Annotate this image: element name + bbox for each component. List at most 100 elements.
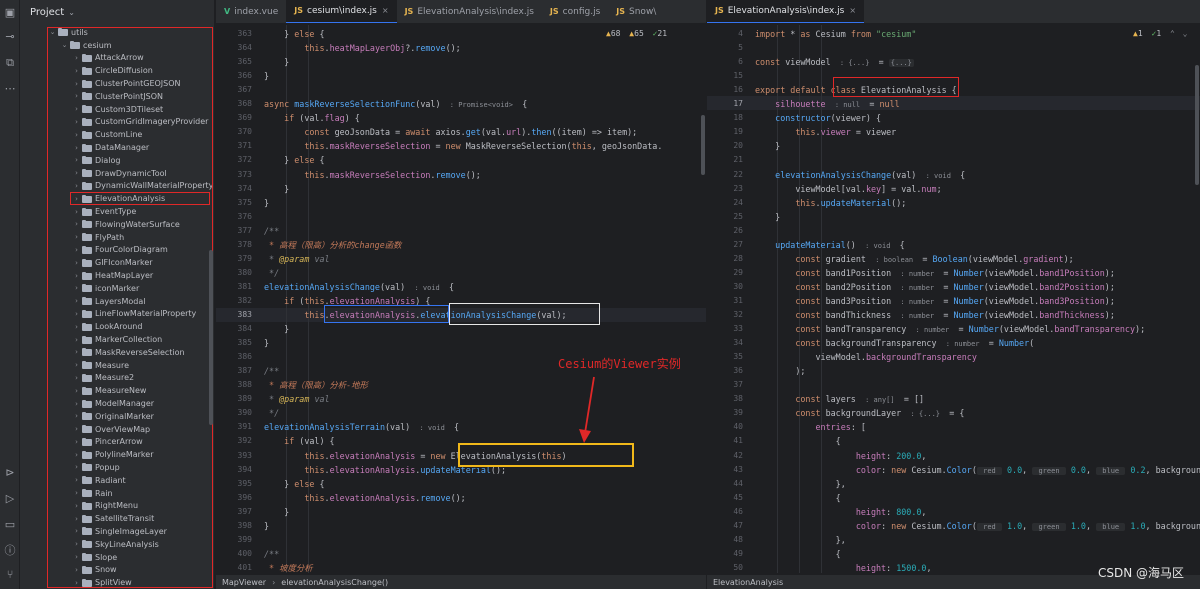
run-icon[interactable]: ▷ — [3, 492, 17, 506]
tree-item[interactable]: ⌄ cesium — [20, 39, 214, 52]
chevron-right-icon[interactable]: › — [72, 374, 81, 382]
tree-item[interactable]: › Custom3DTileset — [20, 103, 214, 116]
code-line[interactable]: elevationAnalysisChange(val) : void { — [264, 281, 454, 294]
code-line[interactable]: async maskReverseSelectionFunc(val) : Pr… — [264, 98, 527, 111]
chevron-right-icon[interactable]: › — [72, 387, 81, 395]
code-line[interactable]: viewModel[val.key] = val.num; — [755, 183, 941, 195]
chevron-right-icon[interactable]: › — [72, 540, 81, 548]
code-line[interactable]: silhouette : null = null — [755, 98, 900, 111]
code-line[interactable]: } — [264, 323, 289, 335]
code-line[interactable]: this.viewer = viewer — [755, 126, 896, 138]
tree-item[interactable]: › Dialog — [20, 154, 214, 167]
chevron-right-icon[interactable]: › — [72, 182, 81, 190]
code-line[interactable]: /** — [264, 225, 279, 237]
code-line[interactable]: this.elevationAnalysis.remove(); — [264, 492, 465, 504]
breadcrumb-class[interactable]: ElevationAnalysis — [713, 578, 783, 587]
code-line[interactable]: } else { — [264, 28, 324, 40]
tree-item[interactable]: › Measure2 — [20, 372, 214, 385]
code-line[interactable]: const bandTransparency : number = Number… — [755, 323, 1145, 336]
code-line[interactable]: const gradient : boolean = Boolean(viewM… — [755, 253, 1073, 266]
chevron-right-icon[interactable]: › — [72, 284, 81, 292]
code-line[interactable]: }, — [755, 534, 846, 546]
tree-item[interactable]: › DrawDynamicTool — [20, 167, 214, 180]
editor-tab[interactable]: JS ElevationAnalysis\index.js — [397, 0, 542, 23]
code-line[interactable]: const band2Position : number = Number(vi… — [755, 281, 1115, 294]
code-line[interactable]: */ — [264, 267, 279, 279]
chevron-right-icon[interactable]: › — [72, 451, 81, 459]
code-line[interactable]: this.maskReverseSelection = new MaskReve… — [264, 140, 662, 152]
code-line[interactable]: * 坡度分析 — [264, 562, 313, 573]
tree-item[interactable]: › ElevationAnalysis — [20, 192, 214, 205]
chevron-right-icon[interactable]: › — [72, 272, 81, 280]
tree-item[interactable]: › FlowingWaterSurface — [20, 218, 214, 231]
chevron-right-icon[interactable]: › — [72, 425, 81, 433]
chevron-right-icon[interactable]: › — [72, 553, 81, 561]
tree-item[interactable]: › OriginalMarker — [20, 410, 214, 423]
code-line[interactable]: } — [264, 183, 289, 195]
tree-item[interactable]: › Popup — [20, 461, 214, 474]
code-line[interactable]: } — [264, 70, 269, 82]
tree-item[interactable]: › FlyPath — [20, 231, 214, 244]
code-line[interactable]: const bandThickness : number = Number(vi… — [755, 309, 1115, 322]
editor-tab[interactable]: JS ElevationAnalysis\index.js × — [707, 0, 865, 23]
tree-item[interactable]: › RightMenu — [20, 499, 214, 512]
code-line[interactable]: } — [755, 211, 780, 223]
chevron-right-icon[interactable]: › — [72, 259, 81, 267]
chevron-up-icon[interactable]: ⌃ — [1170, 29, 1175, 38]
editor-tab[interactable]: JS config.js — [542, 0, 608, 23]
tree-item[interactable]: › ClusterPointJSON — [20, 90, 214, 103]
tree-item[interactable]: › ClusterPointGEOJSON — [20, 77, 214, 90]
code-line[interactable]: } — [264, 197, 269, 209]
breadcrumb-class[interactable]: MapViewer — [222, 578, 266, 587]
code-line[interactable]: entries: [ — [755, 421, 866, 433]
code-line[interactable]: height: 1500.0, — [755, 562, 932, 573]
tree-item[interactable]: › CustomLine — [20, 128, 214, 141]
services-icon[interactable]: ⊳ — [3, 466, 17, 480]
structure-icon[interactable]: ⧉ — [3, 56, 17, 70]
tree-item[interactable]: › AttackArrow — [20, 52, 214, 65]
code-line[interactable]: } — [264, 520, 269, 532]
code-line[interactable]: height: 200.0, — [755, 450, 927, 462]
code-line[interactable]: * 高程（限高）分析的change函数 — [264, 239, 401, 251]
tree-item[interactable]: › EventType — [20, 205, 214, 218]
chevron-right-icon[interactable]: › — [72, 92, 81, 100]
code-line[interactable]: const geoJsonData = await axios.get(val.… — [264, 126, 637, 138]
tree-item[interactable]: › iconMarker — [20, 282, 214, 295]
chevron-right-icon[interactable]: › — [72, 502, 81, 510]
chevron-right-icon[interactable]: › — [72, 566, 81, 574]
more-icon[interactable]: ⋯ — [3, 82, 17, 96]
tree-item[interactable]: › PincerArrow — [20, 436, 214, 449]
chevron-right-icon[interactable]: › — [72, 412, 81, 420]
code-line[interactable]: { — [755, 548, 841, 560]
tree-item[interactable]: › PolylineMarker — [20, 448, 214, 461]
code-line[interactable]: /** — [264, 365, 279, 377]
tree-item[interactable]: › DataManager — [20, 141, 214, 154]
chevron-right-icon[interactable]: › — [72, 169, 81, 177]
chevron-right-icon[interactable]: › — [72, 118, 81, 126]
chevron-right-icon[interactable]: › — [72, 156, 81, 164]
chevron-right-icon[interactable]: › — [72, 233, 81, 241]
code-line[interactable]: const backgroundTransparency : number = … — [755, 337, 1034, 350]
chevron-right-icon[interactable]: › — [72, 463, 81, 471]
git-icon[interactable]: ⑂ — [3, 568, 17, 582]
tree-item[interactable]: › Measure — [20, 359, 214, 372]
chevron-right-icon[interactable]: › — [72, 527, 81, 535]
chevron-down-icon[interactable]: ⌄ — [60, 41, 69, 49]
chevron-right-icon[interactable]: › — [72, 297, 81, 305]
folder-icon[interactable]: ▣ — [3, 6, 17, 20]
code-line[interactable]: { — [755, 492, 841, 504]
chevron-right-icon[interactable]: › — [72, 489, 81, 497]
right-code-editor[interactable]: 4 5 6 15 16 17 18 19 20 21 22 23 24 25 26 27 28 29 30 31 32 3… — [707, 25, 1200, 573]
code-line[interactable]: viewModel.backgroundTransparency — [755, 351, 977, 363]
chevron-right-icon[interactable]: › — [72, 438, 81, 446]
tree-item[interactable]: › OverViewMap — [20, 423, 214, 436]
tree-item[interactable]: › MeasureNew — [20, 384, 214, 397]
code-line[interactable]: this.updateMaterial(); — [755, 197, 906, 209]
close-icon[interactable]: × — [382, 6, 389, 15]
tree-item[interactable]: › MarkerCollection — [20, 333, 214, 346]
code-line[interactable]: }, — [755, 478, 846, 490]
inspection-widget[interactable]: ▲68 ▲65 ✓21 — [606, 29, 667, 38]
code-line[interactable]: const layers : any[] = [] — [755, 393, 924, 406]
close-icon[interactable]: × — [849, 6, 856, 15]
chevron-right-icon[interactable]: › — [72, 310, 81, 318]
